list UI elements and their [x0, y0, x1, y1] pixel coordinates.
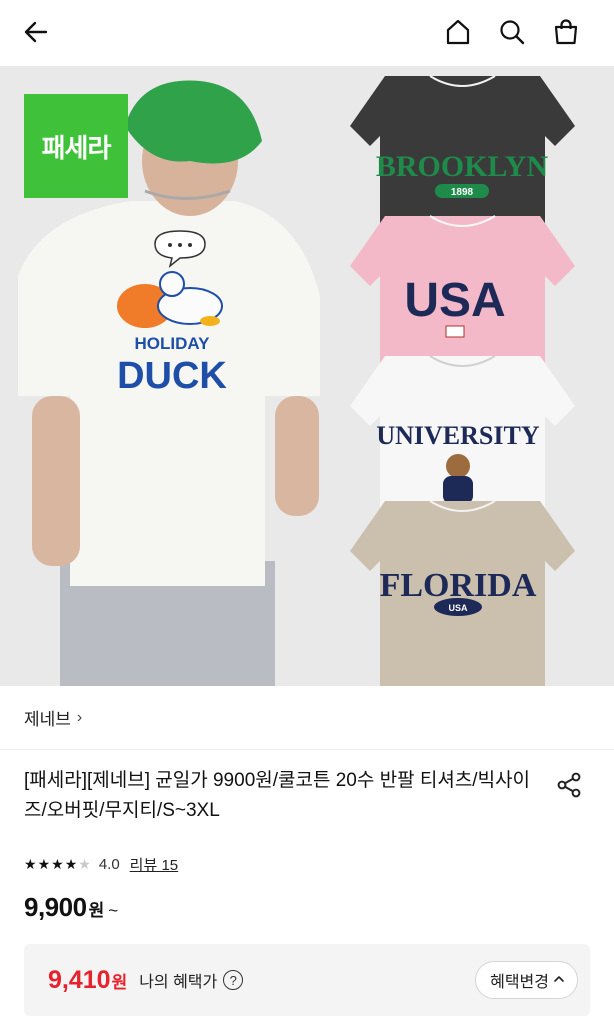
change-benefit-label: 혜택변경: [490, 974, 549, 991]
change-benefit-button[interactable]: 혜택변경: [475, 961, 578, 999]
shop-link[interactable]: 제네브 ›: [0, 686, 614, 750]
benefit-label: 나의 혜택가: [139, 974, 218, 991]
shirt-text-usa: USA: [404, 274, 505, 327]
rating-row: ★ ★ ★ ★ ★ 4.0 리뷰 15: [24, 852, 178, 876]
shirt-sub-brooklyn: 1898: [451, 187, 474, 198]
search-icon[interactable]: [494, 14, 530, 50]
chevron-right-icon: ›: [76, 708, 83, 726]
star-filled-icon: ★: [24, 855, 37, 872]
product-image[interactable]: HOLIDAY DUCK BROOKLYN 1898 USA UNIVERSIT…: [0, 66, 614, 686]
benefit-price: 9,410: [48, 965, 111, 994]
shirt-university: UNIVERSITY: [350, 355, 575, 521]
help-icon[interactable]: ?: [223, 970, 244, 990]
chevron-up-icon: [553, 972, 565, 988]
star-filled-icon: ★: [51, 855, 64, 872]
shopping-bag-icon[interactable]: [548, 14, 584, 50]
benefit-price-box: 9,410 원 나의 혜택가 ? 혜택변경: [24, 944, 590, 1016]
share-icon[interactable]: [552, 768, 586, 802]
shop-name: 제네브: [24, 710, 71, 729]
star-rating: ★ ★ ★ ★ ★: [24, 856, 91, 873]
star-empty-icon: ★: [78, 855, 91, 872]
shirt-text-brooklyn: BROOKLYN: [376, 150, 549, 183]
shirt-sub-florida: USA: [448, 603, 468, 613]
benefit-price-unit: 원: [111, 972, 128, 992]
brand-badge: 패세라: [24, 94, 128, 198]
arrow-left-icon[interactable]: [18, 14, 54, 50]
product-title: [패세라][제네브] 균일가 9900원/쿨코튼 20수 반팔 티셔츠/빅사이즈…: [24, 770, 531, 821]
price-suffix: ~: [108, 901, 119, 920]
print-line-2: DUCK: [117, 355, 227, 397]
shirt-florida: FLORIDA USA: [350, 500, 575, 686]
top-navigation-bar: [0, 0, 614, 66]
home-icon[interactable]: [440, 14, 476, 50]
price: 9,900: [24, 892, 87, 922]
rating-value: 4.0: [98, 855, 120, 873]
shirt-text-university: UNIVERSITY: [376, 421, 539, 450]
review-count-link[interactable]: 리뷰 15: [130, 854, 178, 875]
star-filled-icon: ★: [64, 855, 78, 872]
print-line-1: HOLIDAY: [135, 334, 211, 353]
price-row: 9,900 원 ~: [24, 892, 118, 923]
price-unit: 원: [88, 901, 105, 920]
star-filled-icon: ★: [37, 855, 51, 872]
